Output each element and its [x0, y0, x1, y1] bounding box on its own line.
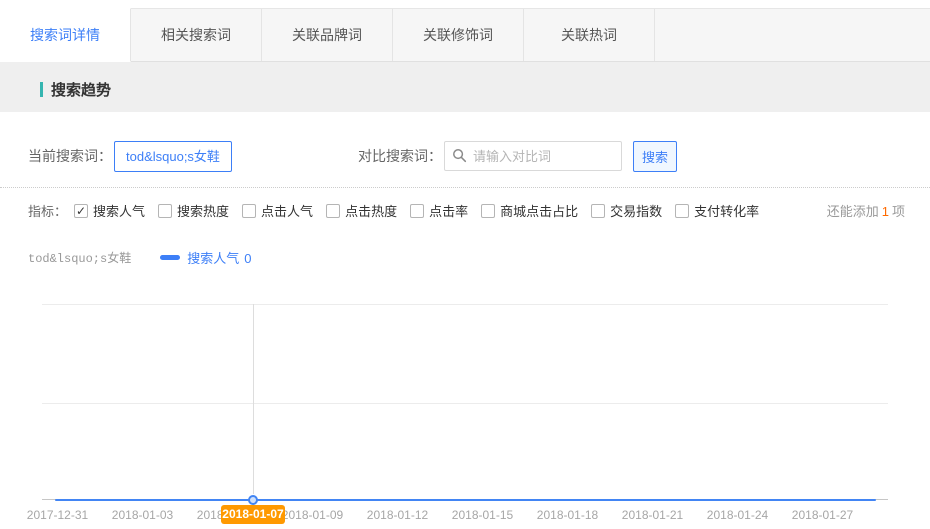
checkbox-icon[interactable]	[326, 204, 340, 218]
compare-keyword-input[interactable]	[444, 141, 622, 171]
checkbox-icon[interactable]	[242, 204, 256, 218]
tab-bar: 搜索词详情 相关搜索词 关联品牌词 关联修饰词 关联热词	[0, 8, 930, 62]
remaining-prefix: 还能添加	[827, 204, 879, 219]
checkbox-icon[interactable]	[410, 204, 424, 218]
search-controls-row: 当前搜索词： tod&lsquo;s女鞋 对比搜索词： 搜索	[28, 140, 905, 172]
legend-series-label: 搜索人气	[187, 251, 239, 266]
gridline-middle	[42, 403, 888, 404]
compare-input-wrap	[444, 141, 622, 171]
metric-search-popularity[interactable]: 搜索人气	[74, 201, 145, 220]
tab-related-brand-terms[interactable]: 关联品牌词	[262, 9, 393, 61]
tab-related-search-terms[interactable]: 相关搜索词	[131, 9, 262, 61]
x-axis-label: 2017-12-31	[15, 508, 100, 522]
legend-series-toggle[interactable]: 搜索人气 0	[187, 248, 251, 267]
tab-search-term-details[interactable]: 搜索词详情	[0, 8, 131, 62]
tab-related-modifier-terms[interactable]: 关联修饰词	[393, 9, 524, 61]
section-title-text: 搜索趋势	[51, 79, 111, 100]
metric-label: 点击热度	[345, 201, 397, 220]
checkbox-icon[interactable]	[481, 204, 495, 218]
legend-series-value: 0	[244, 251, 251, 266]
x-axis-highlight-tooltip: 2018-01-07	[221, 505, 285, 524]
current-keyword-box[interactable]: tod&lsquo;s女鞋	[114, 141, 232, 172]
tab-bar-filler	[655, 9, 930, 61]
metric-label: 搜索热度	[177, 201, 229, 220]
checkbox-icon[interactable]	[591, 204, 605, 218]
legend-keyword: tod&lsquo;s女鞋	[28, 249, 131, 266]
section-header-band: 搜索趋势	[0, 62, 930, 112]
trend-chart[interactable]	[42, 304, 888, 500]
search-icon	[452, 148, 467, 163]
compare-keyword-label: 对比搜索词：	[358, 146, 442, 166]
title-accent-bar	[40, 82, 43, 97]
data-point-marker	[248, 495, 258, 505]
x-axis-label: 2018-01-24	[695, 508, 780, 522]
gridline-top	[42, 304, 888, 305]
metric-transaction-index[interactable]: 交易指数	[591, 201, 662, 220]
x-axis-label: 2018-01-03	[100, 508, 185, 522]
metric-label: 商城点击占比	[500, 201, 578, 220]
current-keyword-group: 当前搜索词： tod&lsquo;s女鞋	[28, 140, 232, 172]
remaining-suffix: 项	[892, 204, 905, 219]
metrics-row: 指标： 搜索人气 搜索热度 点击人气 点击热度 点击率 商城点击占比 交易指数	[28, 201, 905, 220]
metric-label: 点击率	[429, 201, 468, 220]
metric-click-popularity[interactable]: 点击人气	[242, 201, 313, 220]
current-keyword-label: 当前搜索词：	[28, 146, 112, 166]
x-axis-label: 2018-01-12	[355, 508, 440, 522]
metric-label: 交易指数	[610, 201, 662, 220]
metrics-label: 指标：	[28, 201, 67, 220]
metric-payment-conversion-rate[interactable]: 支付转化率	[675, 201, 759, 220]
x-axis-label: 2018-01-21	[610, 508, 695, 522]
metric-label: 点击人气	[261, 201, 313, 220]
metric-mall-click-share[interactable]: 商城点击占比	[481, 201, 578, 220]
remaining-count: 1	[879, 204, 892, 219]
metric-search-heat[interactable]: 搜索热度	[158, 201, 229, 220]
checkbox-checked-icon[interactable]	[74, 204, 88, 218]
chart-legend: tod&lsquo;s女鞋 搜索人气 0	[28, 248, 251, 267]
metric-label: 支付转化率	[694, 201, 759, 220]
checkbox-icon[interactable]	[675, 204, 689, 218]
series-line	[55, 499, 876, 501]
search-button[interactable]: 搜索	[633, 141, 677, 172]
metric-label: 搜索人气	[93, 201, 145, 220]
search-term-analytics-page: 搜索词详情 相关搜索词 关联品牌词 关联修饰词 关联热词 搜索趋势 当前搜索词：…	[0, 0, 930, 529]
x-axis-label: 2018-01-15	[440, 508, 525, 522]
compare-keyword-group: 对比搜索词： 搜索	[358, 140, 677, 172]
x-axis-label: 2018-01-18	[525, 508, 610, 522]
x-axis-label: 2018-01-27	[780, 508, 865, 522]
section-title: 搜索趋势	[40, 79, 111, 100]
metric-click-rate[interactable]: 点击率	[410, 201, 468, 220]
x-axis-labels: 2017-12-31 2018-01-03 2018-01-06 2018-01…	[15, 508, 865, 522]
metric-click-heat[interactable]: 点击热度	[326, 201, 397, 220]
dotted-divider	[0, 187, 930, 188]
legend-series-marker	[160, 255, 180, 260]
tab-related-hot-terms[interactable]: 关联热词	[524, 9, 655, 61]
crosshair-line	[253, 304, 254, 494]
remaining-quota-text: 还能添加1项	[827, 201, 905, 220]
checkbox-icon[interactable]	[158, 204, 172, 218]
